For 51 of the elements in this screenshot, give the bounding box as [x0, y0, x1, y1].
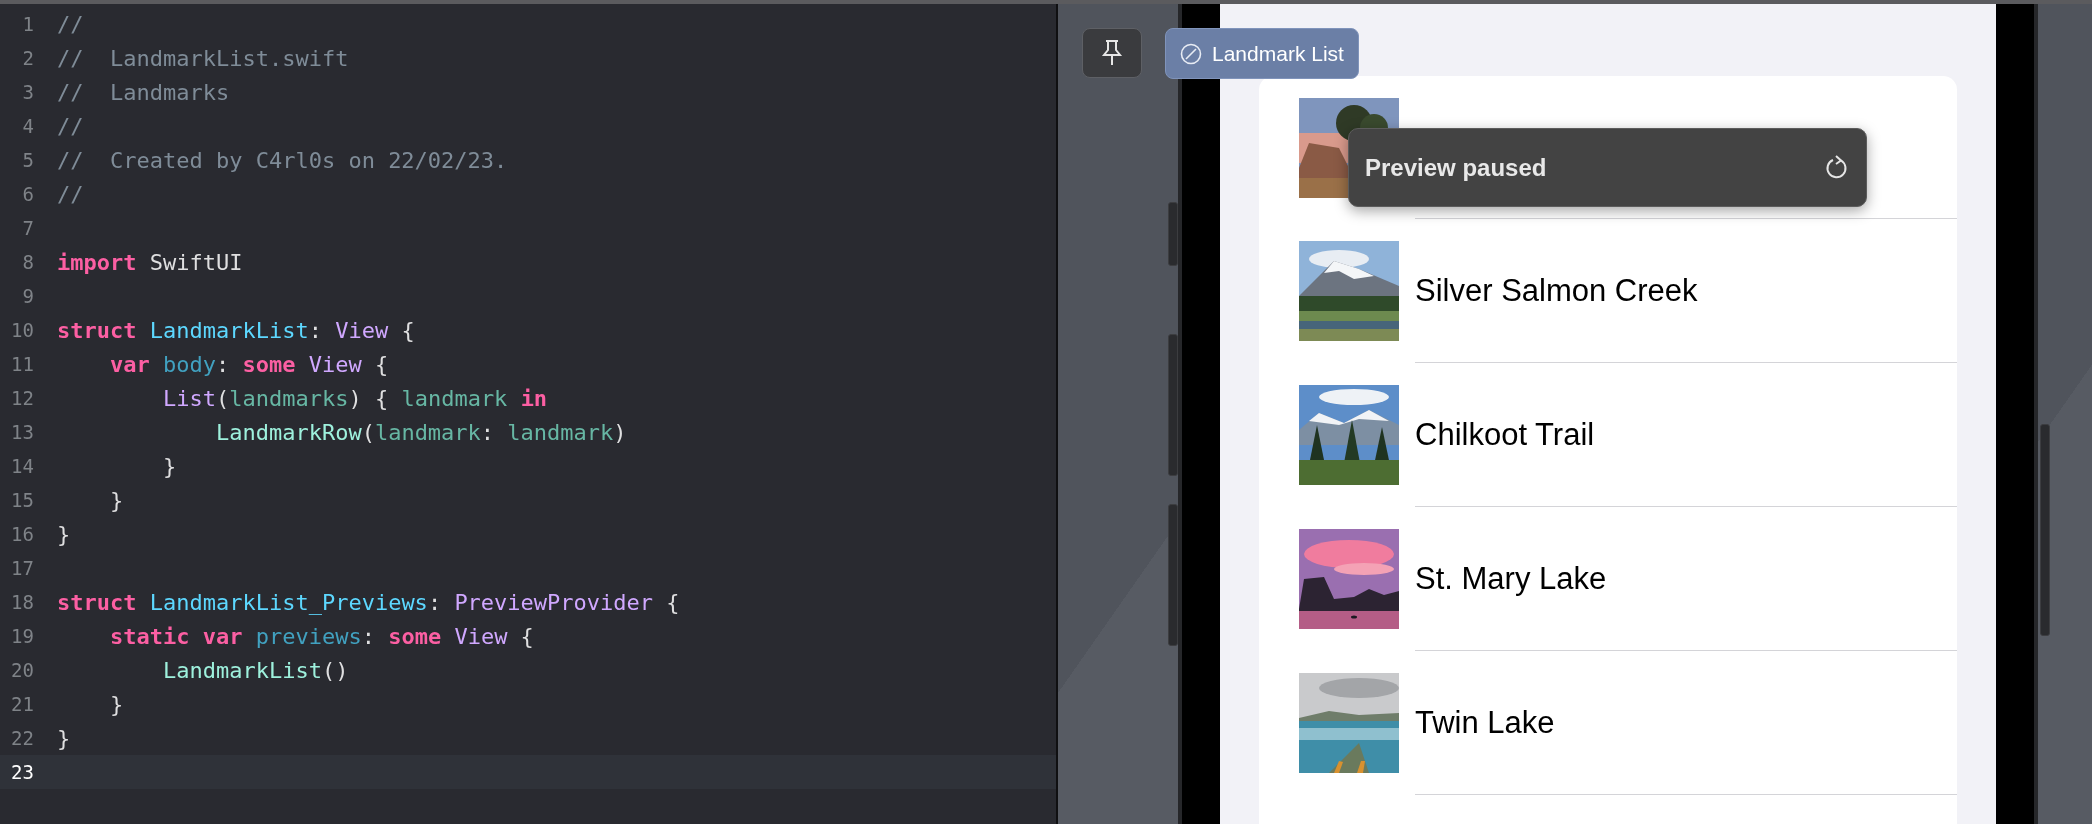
- landmark-name: Silver Salmon Creek: [1415, 272, 1698, 309]
- line-number: 14: [10, 455, 34, 477]
- code-line: import SwiftUI: [57, 249, 243, 275]
- line-number: 23: [10, 761, 34, 783]
- code-line: struct LandmarkList: View {: [57, 317, 415, 343]
- line-number: 20: [10, 659, 34, 681]
- code-line: // Created by C4rl0s on 22/02/23.: [57, 147, 508, 173]
- line-number: 13: [10, 421, 34, 443]
- code-line: LandmarkRow(landmark: landmark): [214, 419, 627, 445]
- code-line: //: [57, 113, 84, 139]
- line-number: 2: [21, 47, 34, 69]
- landmark-name: Twin Lake: [1415, 704, 1555, 741]
- preview-chip[interactable]: Landmark List: [1165, 28, 1359, 79]
- code-line: static var previews: some View {: [108, 623, 534, 649]
- code-line: }: [108, 487, 124, 513]
- code-line: // Landmarks: [57, 79, 230, 105]
- code-line: //: [57, 11, 84, 37]
- line-number: 1: [21, 13, 34, 35]
- code-line: }: [108, 691, 124, 717]
- popup-title: Preview paused: [1365, 153, 1547, 182]
- line-number: 9: [21, 285, 34, 307]
- line-number: 17: [10, 557, 34, 579]
- code-line: }: [57, 725, 71, 751]
- landmark-name: Chilkoot Trail: [1415, 416, 1595, 453]
- pin-button[interactable]: [1082, 28, 1142, 78]
- pin-icon: [1101, 39, 1123, 67]
- line-number: 18: [10, 591, 34, 613]
- line-number: 5: [21, 149, 34, 171]
- line-number: 10: [10, 319, 34, 341]
- line-number: 4: [21, 115, 34, 137]
- code-line: }: [161, 453, 177, 479]
- code-line: LandmarkList(): [161, 657, 349, 683]
- line-number: 6: [21, 183, 34, 205]
- line-number: 8: [21, 251, 34, 273]
- landmark-name: St. Mary Lake: [1415, 560, 1607, 597]
- code-line: var body: some View {: [108, 351, 389, 377]
- line-number: 16: [10, 523, 34, 545]
- line-number: 19: [10, 625, 34, 647]
- line-number: 22: [10, 727, 34, 749]
- line-number: 3: [21, 81, 34, 103]
- disabled-icon: [1180, 42, 1202, 65]
- code-line: }: [57, 521, 71, 547]
- line-number: 7: [21, 217, 34, 239]
- code-line: // LandmarkList.swift: [57, 45, 349, 71]
- line-number: 11: [10, 353, 34, 375]
- code-line: List(landmarks) { landmark in: [161, 385, 548, 411]
- code-line: //: [57, 181, 84, 207]
- line-number: 21: [10, 693, 34, 715]
- line-number: 15: [10, 489, 34, 511]
- line-number: 12: [10, 387, 34, 409]
- code-line: struct LandmarkList_Previews: PreviewProvider {: [57, 589, 680, 615]
